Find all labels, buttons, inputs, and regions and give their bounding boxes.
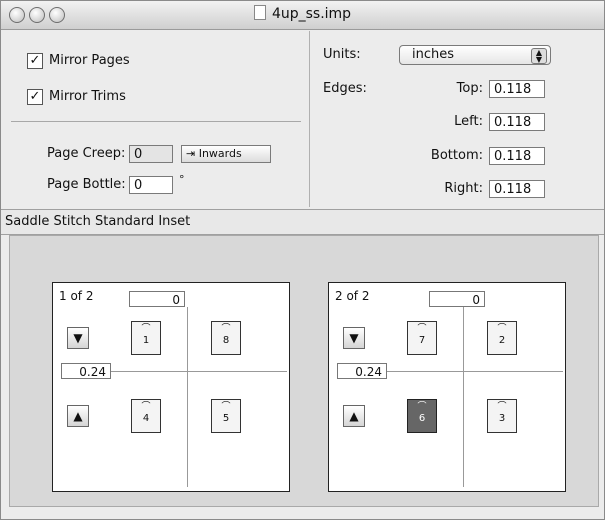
edges-label: Edges: <box>323 81 367 96</box>
edge-right-label: Right: <box>444 181 483 196</box>
inwards-button[interactable]: ⇥ Inwards <box>181 145 271 163</box>
sheet-label: 1 of 2 <box>59 289 94 303</box>
edge-top-label: Top: <box>456 81 483 96</box>
page-thumb[interactable]: ⌒ 1 <box>131 321 161 355</box>
page-number: 7 <box>418 335 426 346</box>
gutter-field[interactable]: 0.24 <box>337 363 387 379</box>
fold-line-horizontal <box>387 371 563 372</box>
page-number: 5 <box>222 413 230 424</box>
imposition-canvas: 1 of 2 0 0.24 ▼ ▲ ⌒ 1 ⌒ 8 ⌒ 4 ⌒ 5 2 of 2 0 0… <box>9 235 599 507</box>
page-curl-icon: ⌒ <box>417 324 427 334</box>
page-number: 6 <box>418 413 426 424</box>
title-bar: 4up_ss.imp <box>1 1 604 30</box>
page-number: 2 <box>498 335 506 346</box>
down-arrow-icon[interactable]: ▼ <box>67 327 89 349</box>
select-arrows-icon: ▲ ▼ <box>531 48 547 64</box>
window: 4up_ss.imp ✓ Mirror Pages ✓ Mirror Trims… <box>0 0 605 520</box>
page-thumb[interactable]: ⌒ 5 <box>211 399 241 433</box>
page-thumb[interactable]: ⌒ 8 <box>211 321 241 355</box>
units-value: inches <box>412 47 455 62</box>
page-curl-icon: ⌒ <box>497 324 507 334</box>
page-thumb[interactable]: ⌒ 7 <box>407 321 437 355</box>
mirror-trims-checkbox[interactable]: ✓ <box>27 89 43 105</box>
sheet-2[interactable]: 2 of 2 0 0.24 ▼ ▲ ⌒ 7 ⌒ 2 ⌒ 6 ⌒ 3 <box>328 282 566 492</box>
page-number: 8 <box>222 335 230 346</box>
units-select[interactable]: inches ▲ ▼ <box>399 45 551 65</box>
sheet-top-field[interactable]: 0 <box>429 291 485 307</box>
inwards-button-label: Inwards <box>198 147 242 160</box>
fold-line-vertical <box>463 307 464 487</box>
edge-bottom-label: Bottom: <box>430 148 483 163</box>
window-title-area: 4up_ss.imp <box>1 5 604 22</box>
document-icon <box>253 5 266 20</box>
page-curl-icon: ⌒ <box>497 402 507 412</box>
up-arrow-icon[interactable]: ▲ <box>67 405 89 427</box>
page-creep-label: Page Creep: <box>47 146 126 161</box>
inwards-icon: ⇥ <box>186 147 199 160</box>
sheet-top-field[interactable]: 0 <box>129 291 185 307</box>
mirror-pages-label: Mirror Pages <box>49 53 130 68</box>
edge-left-label: Left: <box>454 114 483 129</box>
sheet-1[interactable]: 1 of 2 0 0.24 ▼ ▲ ⌒ 1 ⌒ 8 ⌒ 4 ⌒ 5 <box>52 282 290 492</box>
mirror-pages-checkbox[interactable]: ✓ <box>27 53 43 69</box>
left-divider <box>11 121 301 122</box>
page-curl-icon: ⌒ <box>221 402 231 412</box>
page-number: 3 <box>498 413 506 424</box>
page-number: 4 <box>142 413 150 424</box>
section-title: Saddle Stitch Standard Inset <box>5 214 191 229</box>
down-arrow-icon[interactable]: ▼ <box>343 327 365 349</box>
sheet-label: 2 of 2 <box>335 289 370 303</box>
page-bottle-label: Page Bottle: <box>47 177 126 192</box>
edge-top-field[interactable]: 0.118 <box>489 80 545 98</box>
gutter-field[interactable]: 0.24 <box>61 363 111 379</box>
page-thumb-selected[interactable]: ⌒ 6 <box>407 399 437 433</box>
page-thumb[interactable]: ⌒ 2 <box>487 321 517 355</box>
page-thumb[interactable]: ⌒ 4 <box>131 399 161 433</box>
section-header: Saddle Stitch Standard Inset <box>1 209 604 235</box>
units-label: Units: <box>323 47 361 62</box>
edge-left-field[interactable]: 0.118 <box>489 113 545 131</box>
window-title: 4up_ss.imp <box>271 6 352 22</box>
fold-line-vertical <box>187 307 188 487</box>
up-arrow-icon[interactable]: ▲ <box>343 405 365 427</box>
page-curl-icon: ⌒ <box>417 402 427 412</box>
edge-right-field[interactable]: 0.118 <box>489 180 545 198</box>
page-bottle-field[interactable]: 0 <box>129 176 173 194</box>
mirror-trims-label: Mirror Trims <box>49 89 126 104</box>
page-thumb[interactable]: ⌒ 3 <box>487 399 517 433</box>
page-creep-field[interactable]: 0 <box>129 145 173 163</box>
fold-line-horizontal <box>111 371 287 372</box>
page-number: 1 <box>142 335 150 346</box>
degree-unit: ° <box>179 173 185 186</box>
page-curl-icon: ⌒ <box>221 324 231 334</box>
page-curl-icon: ⌒ <box>141 324 151 334</box>
edge-bottom-field[interactable]: 0.118 <box>489 147 545 165</box>
vertical-divider <box>309 31 310 207</box>
page-curl-icon: ⌒ <box>141 402 151 412</box>
